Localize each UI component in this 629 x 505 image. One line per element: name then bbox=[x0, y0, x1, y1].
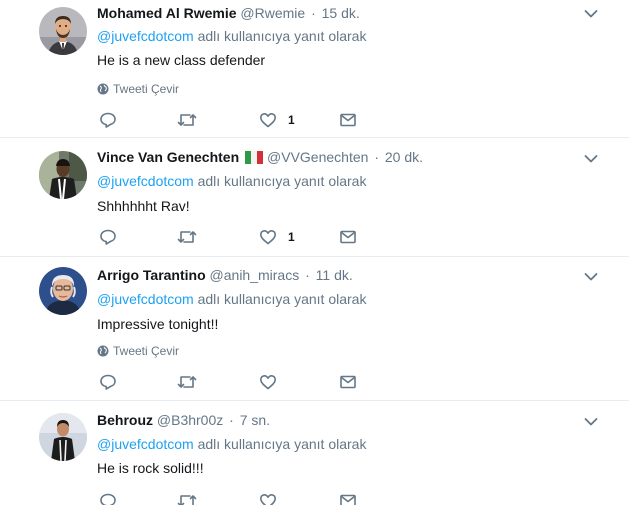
display-name[interactable]: Vince Van Genechten bbox=[97, 149, 239, 165]
avatar[interactable] bbox=[39, 151, 87, 199]
tweet-actions: 1 bbox=[97, 226, 367, 248]
retweet-icon bbox=[177, 114, 197, 126]
tweet[interactable]: Behrouz @B3hr00z · 7 sn. @juvefcdotcom a… bbox=[0, 401, 629, 505]
like-button[interactable]: 1 bbox=[259, 109, 295, 131]
tweet-header: Vince Van Genechten @VVGenechten · 20 dk… bbox=[97, 148, 423, 166]
timestamp[interactable]: 7 sn. bbox=[240, 412, 270, 428]
avatar[interactable] bbox=[39, 7, 87, 55]
tweet[interactable]: Vince Van Genechten @VVGenechten · 20 dk… bbox=[0, 138, 629, 257]
separator: · bbox=[311, 5, 316, 21]
like-button[interactable]: 1 bbox=[259, 226, 295, 248]
tweet-header: Arrigo Tarantino @anih_miracs · 11 dk. bbox=[97, 266, 353, 284]
tweet-header: Mohamed Al Rwemie @Rwemie · 15 dk. bbox=[97, 4, 360, 22]
reply-mention-link[interactable]: @juvefcdotcom bbox=[97, 173, 194, 189]
caret-down-icon[interactable] bbox=[583, 414, 599, 430]
direct-message-button[interactable] bbox=[339, 226, 357, 248]
like-count: 1 bbox=[288, 113, 295, 127]
reply-button[interactable] bbox=[99, 490, 117, 505]
like-icon bbox=[260, 230, 276, 245]
like-button[interactable] bbox=[259, 371, 277, 393]
reply-context-text: adlı kullanıcıya yanıt olarak bbox=[193, 291, 367, 307]
separator: · bbox=[305, 267, 310, 283]
reply-context-text: adlı kullanıcıya yanıt olarak bbox=[193, 173, 367, 189]
username[interactable]: @anih_miracs bbox=[210, 267, 300, 283]
separator: · bbox=[229, 412, 234, 428]
retweet-icon bbox=[177, 231, 197, 243]
direct-message-button[interactable] bbox=[339, 490, 357, 505]
reply-icon bbox=[100, 493, 116, 505]
timestamp[interactable]: 15 dk. bbox=[322, 5, 360, 21]
like-button[interactable] bbox=[259, 490, 277, 505]
display-name[interactable]: Behrouz bbox=[97, 412, 153, 428]
tweet-text: He is rock solid!!! bbox=[97, 460, 204, 476]
retweet-button[interactable] bbox=[177, 490, 197, 505]
tweet-header: Behrouz @B3hr00z · 7 sn. bbox=[97, 411, 270, 429]
retweet-button[interactable] bbox=[177, 109, 197, 131]
reply-mention-link[interactable]: @juvefcdotcom bbox=[97, 436, 194, 452]
globe-icon bbox=[97, 345, 109, 357]
timestamp[interactable]: 20 dk. bbox=[385, 149, 423, 165]
translate-label: Tweeti Çevir bbox=[113, 344, 180, 358]
reply-icon bbox=[100, 374, 116, 390]
retweet-icon bbox=[177, 495, 197, 505]
tweet-actions bbox=[97, 371, 367, 393]
display-name[interactable]: Mohamed Al Rwemie bbox=[97, 5, 237, 21]
globe-icon bbox=[97, 83, 109, 95]
timestamp[interactable]: 11 dk. bbox=[316, 267, 353, 283]
reply-context: @juvefcdotcom adlı kullanıcıya yanıt ola… bbox=[97, 435, 366, 453]
tweet-text: Impressive tonight!! bbox=[97, 316, 219, 332]
reply-context: @juvefcdotcom adlı kullanıcıya yanıt ola… bbox=[97, 290, 366, 308]
username[interactable]: @VVGenechten bbox=[267, 149, 368, 165]
direct-message-button[interactable] bbox=[339, 109, 357, 131]
like-count: 1 bbox=[288, 230, 295, 244]
translate-label: Tweeti Çevir bbox=[113, 82, 180, 96]
reply-context-text: adlı kullanıcıya yanıt olarak bbox=[193, 436, 367, 452]
avatar[interactable] bbox=[39, 267, 87, 315]
replies-timeline: Mohamed Al Rwemie @Rwemie · 15 dk. @juve… bbox=[0, 0, 629, 505]
reply-button[interactable] bbox=[99, 371, 117, 393]
tweet-actions bbox=[97, 490, 367, 505]
avatar[interactable] bbox=[39, 413, 87, 461]
username[interactable]: @B3hr00z bbox=[157, 412, 223, 428]
reply-mention-link[interactable]: @juvefcdotcom bbox=[97, 291, 194, 307]
translate-tweet-link[interactable]: Tweeti Çevir bbox=[97, 82, 179, 96]
tweet-actions: 1 bbox=[97, 109, 367, 131]
reply-context-text: adlı kullanıcıya yanıt olarak bbox=[193, 28, 367, 44]
reply-icon bbox=[100, 229, 116, 245]
tweet[interactable]: Arrigo Tarantino @anih_miracs · 11 dk. @… bbox=[0, 257, 629, 401]
display-name[interactable]: Arrigo Tarantino bbox=[97, 267, 206, 283]
retweet-icon bbox=[177, 376, 197, 388]
italy-flag-icon bbox=[245, 151, 264, 164]
like-icon bbox=[260, 494, 276, 505]
direct-message-icon bbox=[340, 113, 356, 127]
reply-context: @juvefcdotcom adlı kullanıcıya yanıt ola… bbox=[97, 172, 366, 190]
direct-message-icon bbox=[340, 494, 356, 505]
reply-context: @juvefcdotcom adlı kullanıcıya yanıt ola… bbox=[97, 27, 366, 45]
retweet-button[interactable] bbox=[177, 226, 197, 248]
reply-mention-link[interactable]: @juvefcdotcom bbox=[97, 28, 194, 44]
retweet-button[interactable] bbox=[177, 371, 197, 393]
reply-icon bbox=[100, 112, 116, 128]
caret-down-icon[interactable] bbox=[583, 269, 599, 285]
separator: · bbox=[374, 149, 379, 165]
reply-button[interactable] bbox=[99, 226, 117, 248]
translate-tweet-link[interactable]: Tweeti Çevir bbox=[97, 344, 179, 358]
caret-down-icon[interactable] bbox=[583, 6, 599, 22]
reply-button[interactable] bbox=[99, 109, 117, 131]
caret-down-icon[interactable] bbox=[583, 151, 599, 167]
direct-message-button[interactable] bbox=[339, 371, 357, 393]
direct-message-icon bbox=[340, 375, 356, 389]
tweet[interactable]: Mohamed Al Rwemie @Rwemie · 15 dk. @juve… bbox=[0, 0, 629, 138]
like-icon bbox=[260, 375, 276, 390]
like-icon bbox=[260, 113, 276, 128]
tweet-text: He is a new class defender bbox=[97, 52, 266, 68]
direct-message-icon bbox=[340, 230, 356, 244]
tweet-text: Shhhhhht Rav! bbox=[97, 198, 190, 214]
username[interactable]: @Rwemie bbox=[240, 5, 305, 21]
